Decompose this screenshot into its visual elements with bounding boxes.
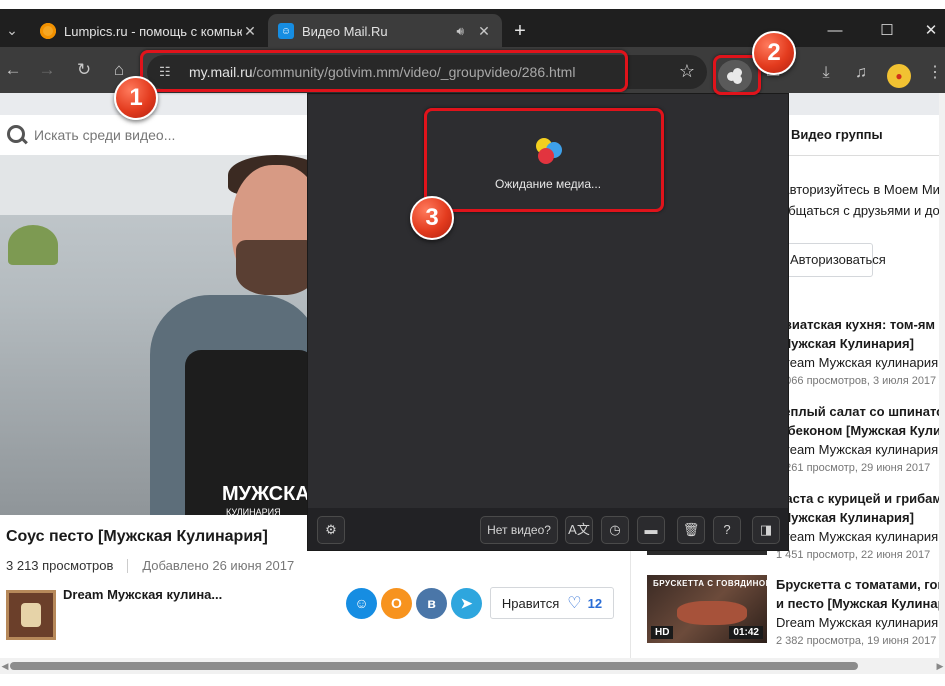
- related-video-item[interactable]: Теплый салат со шпинатом и беконом [Мужс…: [776, 402, 945, 477]
- scroll-left-arrow-icon[interactable]: ◀: [0, 661, 10, 672]
- back-button[interactable]: ←: [2, 59, 24, 81]
- upload-date: Добавлено 26 июня 2017: [142, 558, 295, 573]
- tab-search-chevron-icon[interactable]: ⌄: [0, 17, 24, 43]
- tab-title: Lumpics.ru - помощь с компьютером: [64, 23, 242, 39]
- tab-lumpics[interactable]: Lumpics.ru - помощь с компьютером ✕: [30, 14, 268, 48]
- apron-logo-text: МУЖСКАЯ: [222, 483, 308, 505]
- author-avatar[interactable]: [6, 590, 56, 640]
- tab-audio-icon[interactable]: 🔊︎: [456, 24, 464, 39]
- share-vk-icon[interactable]: в: [416, 588, 447, 619]
- like-label: Нравится: [501, 595, 560, 611]
- share-telegram-icon[interactable]: ➤: [451, 588, 482, 619]
- video-thumbnail[interactable]: БРУСКЕТТА С ГОВЯДИНОЙ HD 01:42: [647, 575, 767, 643]
- help-icon[interactable]: ?: [713, 516, 741, 544]
- sidebar-toggle-icon[interactable]: ◨: [752, 516, 780, 544]
- view-count: 3 213 просмотров: [6, 558, 114, 573]
- folder-icon[interactable]: ▬: [637, 516, 665, 544]
- login-button[interactable]: Авторизоваться: [775, 243, 886, 277]
- search-icon[interactable]: [6, 124, 28, 146]
- video-search-bar: [0, 115, 308, 155]
- maximize-button[interactable]: ☐: [872, 21, 902, 41]
- reload-button[interactable]: ↻: [73, 59, 95, 81]
- lumpics-favicon-icon: [40, 23, 56, 39]
- tab-title: Видео Mail.Ru: [302, 23, 388, 39]
- history-clock-icon[interactable]: ◷: [601, 516, 629, 544]
- downloads-icon[interactable]: ⤓: [815, 62, 837, 84]
- step-badge-1: 1: [114, 76, 158, 120]
- highlight-address-bar: [140, 50, 628, 92]
- horizontal-scrollbar[interactable]: ◀ ▶: [0, 658, 945, 674]
- media-control-icon[interactable]: ♫: [850, 62, 872, 84]
- share-mailru-icon[interactable]: ☺: [346, 588, 377, 619]
- video-search-input[interactable]: [34, 127, 294, 143]
- video-title: Соус песто [Мужская Кулинария]: [6, 528, 268, 545]
- no-video-button[interactable]: Нет видео?: [480, 516, 558, 544]
- tab-close-icon[interactable]: ✕: [242, 23, 258, 40]
- translate-icon[interactable]: A文: [565, 516, 593, 544]
- chrome-menu-icon[interactable]: ⋮: [924, 62, 945, 84]
- profile-avatar[interactable]: ●: [887, 64, 911, 88]
- trash-icon[interactable]: 🗑︎: [677, 516, 705, 544]
- video-player[interactable]: МУЖСКАЯ КУЛИНАРИЯ: [0, 155, 308, 515]
- close-window-button[interactable]: ✕: [916, 21, 945, 41]
- tab-close-icon[interactable]: ✕: [476, 23, 492, 40]
- related-video-item[interactable]: Брускетта с томатами, говя и песто [Мужс…: [776, 575, 945, 650]
- step-badge-2: 2: [752, 31, 796, 75]
- author-link[interactable]: Dream Мужская кулина...: [63, 587, 222, 602]
- settings-gear-icon[interactable]: ⚙: [317, 516, 345, 544]
- vertical-scrollbar[interactable]: [939, 93, 945, 658]
- new-tab-button[interactable]: +: [508, 19, 532, 43]
- scroll-right-arrow-icon[interactable]: ▶: [935, 661, 945, 672]
- apron-logo-subtext: КУЛИНАРИЯ: [226, 507, 281, 515]
- tab-mail-video[interactable]: ☺ Видео Mail.Ru 🔊︎ ✕: [268, 14, 502, 48]
- like-count: 12: [587, 595, 603, 611]
- heart-icon: ♡: [567, 595, 582, 612]
- duration-badge: 01:42: [729, 626, 763, 639]
- share-ok-icon[interactable]: О: [381, 588, 412, 619]
- scrollbar-thumb[interactable]: [10, 662, 858, 670]
- hd-badge: HD: [651, 626, 674, 639]
- thumbnail-caption: БРУСКЕТТА С ГОВЯДИНОЙ: [653, 579, 767, 588]
- related-video-item[interactable]: Паста с курицей и грибами [Мужская Кулин…: [776, 489, 945, 564]
- mail-video-favicon-icon: ☺: [278, 23, 294, 39]
- related-video-item[interactable]: Азиатская кухня: том-ям [Мужская Кулинар…: [776, 315, 945, 390]
- tab-group-videos[interactable]: Видео группы: [791, 127, 883, 142]
- video-meta: 3 213 просмотров Добавлено 26 июня 2017: [6, 558, 294, 573]
- forward-button[interactable]: →: [36, 59, 58, 81]
- login-promo: Авторизуйтесь в Моем Мире, ч общаться с …: [781, 182, 945, 218]
- bookmark-star-icon[interactable]: ☆: [679, 61, 695, 82]
- highlight-status-area: [424, 108, 664, 212]
- like-button[interactable]: Нравится ♡ 12: [490, 587, 614, 619]
- step-badge-3: 3: [410, 196, 454, 240]
- minimize-button[interactable]: —: [820, 21, 850, 41]
- background-plant: [8, 225, 58, 265]
- popup-footer: ⚙ Нет видео? A文 ◷ ▬ 🗑︎ ? ◨: [308, 508, 788, 550]
